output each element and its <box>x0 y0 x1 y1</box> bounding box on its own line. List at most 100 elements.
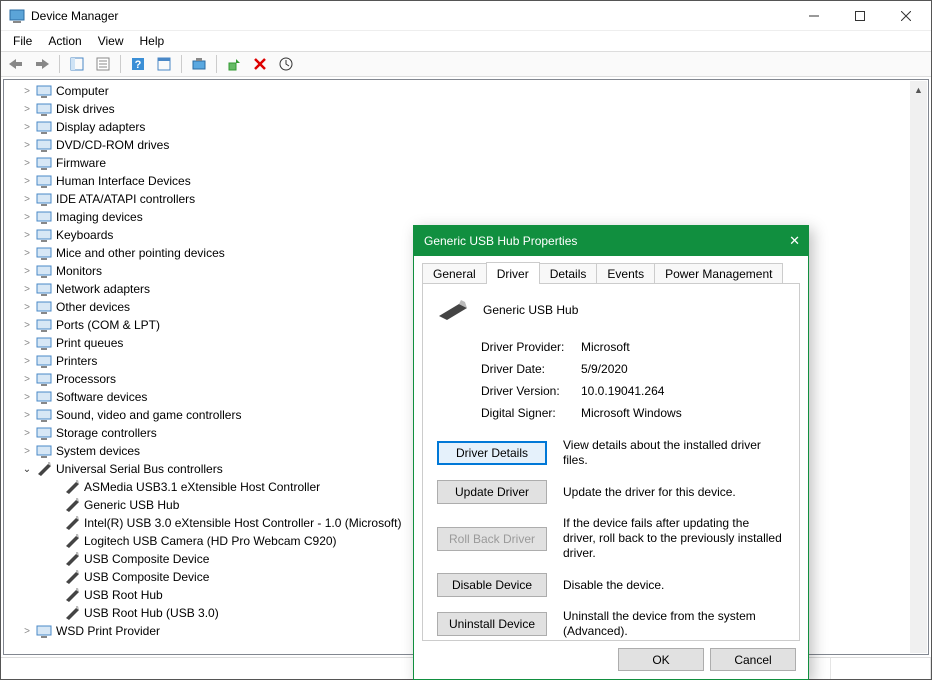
expand-icon[interactable]: > <box>20 86 34 97</box>
uninstall-device-button[interactable]: Uninstall Device <box>437 612 547 636</box>
device-category-icon <box>36 389 52 405</box>
update-driver-button[interactable]: Update Driver <box>437 480 547 504</box>
device-category-icon <box>36 173 52 189</box>
expand-icon[interactable]: > <box>20 158 34 169</box>
minimize-button[interactable] <box>791 1 837 31</box>
tab-driver[interactable]: Driver <box>486 262 540 284</box>
back-button[interactable] <box>5 53 27 75</box>
expand-icon[interactable]: > <box>20 266 34 277</box>
vertical-scrollbar[interactable]: ▲ <box>910 81 927 653</box>
tab-strip: General Driver Details Events Power Mana… <box>422 262 800 284</box>
device-category-icon <box>36 119 52 135</box>
tree-item-label: Storage controllers <box>56 426 157 440</box>
dialog-title: Generic USB Hub Properties <box>424 234 770 248</box>
help-button[interactable]: ? <box>127 53 149 75</box>
tree-item-label: System devices <box>56 444 140 458</box>
action-button[interactable] <box>153 53 175 75</box>
tree-item-label: Keyboards <box>56 228 113 242</box>
disable-device-button[interactable]: Disable Device <box>437 573 547 597</box>
tree-item-label: Software devices <box>56 390 147 404</box>
driver-details-button[interactable]: Driver Details <box>437 441 547 465</box>
expand-icon[interactable]: > <box>20 626 34 637</box>
device-category-icon <box>36 191 52 207</box>
expand-icon[interactable]: > <box>20 194 34 205</box>
scan-hardware-button[interactable] <box>188 53 210 75</box>
expand-icon[interactable]: > <box>20 104 34 115</box>
tree-item-label: Human Interface Devices <box>56 174 191 188</box>
tree-item-label: Other devices <box>56 300 130 314</box>
menu-action[interactable]: Action <box>40 32 89 50</box>
tree-item-label: Intel(R) USB 3.0 eXtensible Host Control… <box>84 516 401 530</box>
expand-icon[interactable]: > <box>20 248 34 259</box>
cancel-button[interactable]: Cancel <box>710 648 796 671</box>
expand-icon[interactable]: > <box>20 374 34 385</box>
disable-device-toolbar-button[interactable] <box>275 53 297 75</box>
expand-icon[interactable]: > <box>20 410 34 421</box>
expand-icon[interactable]: > <box>20 356 34 367</box>
expand-icon[interactable]: > <box>20 284 34 295</box>
roll-back-driver-button: Roll Back Driver <box>437 527 547 551</box>
device-category-icon <box>36 137 52 153</box>
expand-icon[interactable]: > <box>20 122 34 133</box>
expand-icon[interactable]: > <box>20 392 34 403</box>
expand-icon[interactable]: > <box>20 428 34 439</box>
provider-value: Microsoft <box>581 340 785 354</box>
tab-details[interactable]: Details <box>539 263 598 285</box>
tree-item[interactable]: > Disk drives <box>20 100 910 118</box>
tree-item-label: Disk drives <box>56 102 115 116</box>
menu-file[interactable]: File <box>5 32 40 50</box>
properties-button[interactable] <box>92 53 114 75</box>
tree-item[interactable]: > IDE ATA/ATAPI controllers <box>20 190 910 208</box>
maximize-button[interactable] <box>837 1 883 31</box>
scroll-up-icon[interactable]: ▲ <box>910 81 927 98</box>
update-driver-button[interactable] <box>223 53 245 75</box>
show-hide-tree-button[interactable] <box>66 53 88 75</box>
tab-events[interactable]: Events <box>596 263 655 285</box>
tree-item-label: USB Composite Device <box>84 570 209 584</box>
tab-general[interactable]: General <box>422 263 487 285</box>
expand-icon[interactable]: > <box>20 302 34 313</box>
expand-icon[interactable]: > <box>20 212 34 223</box>
menu-view[interactable]: View <box>90 32 132 50</box>
tree-item[interactable]: > Firmware <box>20 154 910 172</box>
collapse-icon[interactable]: ⌄ <box>20 464 34 475</box>
tree-item[interactable]: > Human Interface Devices <box>20 172 910 190</box>
expand-icon[interactable]: > <box>20 320 34 331</box>
uninstall-device-desc: Uninstall the device from the system (Ad… <box>563 609 785 639</box>
tree-item-label: Network adapters <box>56 282 150 296</box>
tree-item-label: WSD Print Provider <box>56 624 160 638</box>
uninstall-button[interactable] <box>249 53 271 75</box>
tree-item-label: Display adapters <box>56 120 145 134</box>
usb-device-icon <box>64 605 80 621</box>
tree-item[interactable]: > Computer <box>20 82 910 100</box>
expand-icon[interactable]: > <box>20 230 34 241</box>
expand-icon[interactable]: > <box>20 338 34 349</box>
tree-item[interactable]: > DVD/CD-ROM drives <box>20 136 910 154</box>
dialog-titlebar[interactable]: Generic USB Hub Properties ✕ <box>414 226 808 256</box>
close-button[interactable] <box>883 1 929 31</box>
dialog-body: General Driver Details Events Power Mana… <box>414 256 808 679</box>
tree-item-label: Sound, video and game controllers <box>56 408 241 422</box>
forward-button[interactable] <box>31 53 53 75</box>
device-category-icon <box>36 371 52 387</box>
properties-dialog: Generic USB Hub Properties ✕ General Dri… <box>413 225 809 680</box>
device-category-icon <box>36 227 52 243</box>
tree-item[interactable]: > Display adapters <box>20 118 910 136</box>
date-value: 5/9/2020 <box>581 362 785 376</box>
device-category-icon <box>36 245 52 261</box>
dialog-close-button[interactable]: ✕ <box>770 233 800 249</box>
tab-panel-driver: Generic USB Hub Driver Provider: Microso… <box>422 283 800 641</box>
tab-power-management[interactable]: Power Management <box>654 263 783 285</box>
menubar: File Action View Help <box>1 31 931 51</box>
device-category-icon <box>36 209 52 225</box>
svg-text:?: ? <box>135 59 142 71</box>
device-category-icon <box>36 281 52 297</box>
menu-help[interactable]: Help <box>132 32 173 50</box>
expand-icon[interactable]: > <box>20 176 34 187</box>
tree-item[interactable]: > Imaging devices <box>20 208 910 226</box>
ok-button[interactable]: OK <box>618 648 704 671</box>
expand-icon[interactable]: > <box>20 140 34 151</box>
expand-icon[interactable]: > <box>20 446 34 457</box>
toolbar: ? <box>1 51 931 77</box>
usb-device-icon <box>64 479 80 495</box>
